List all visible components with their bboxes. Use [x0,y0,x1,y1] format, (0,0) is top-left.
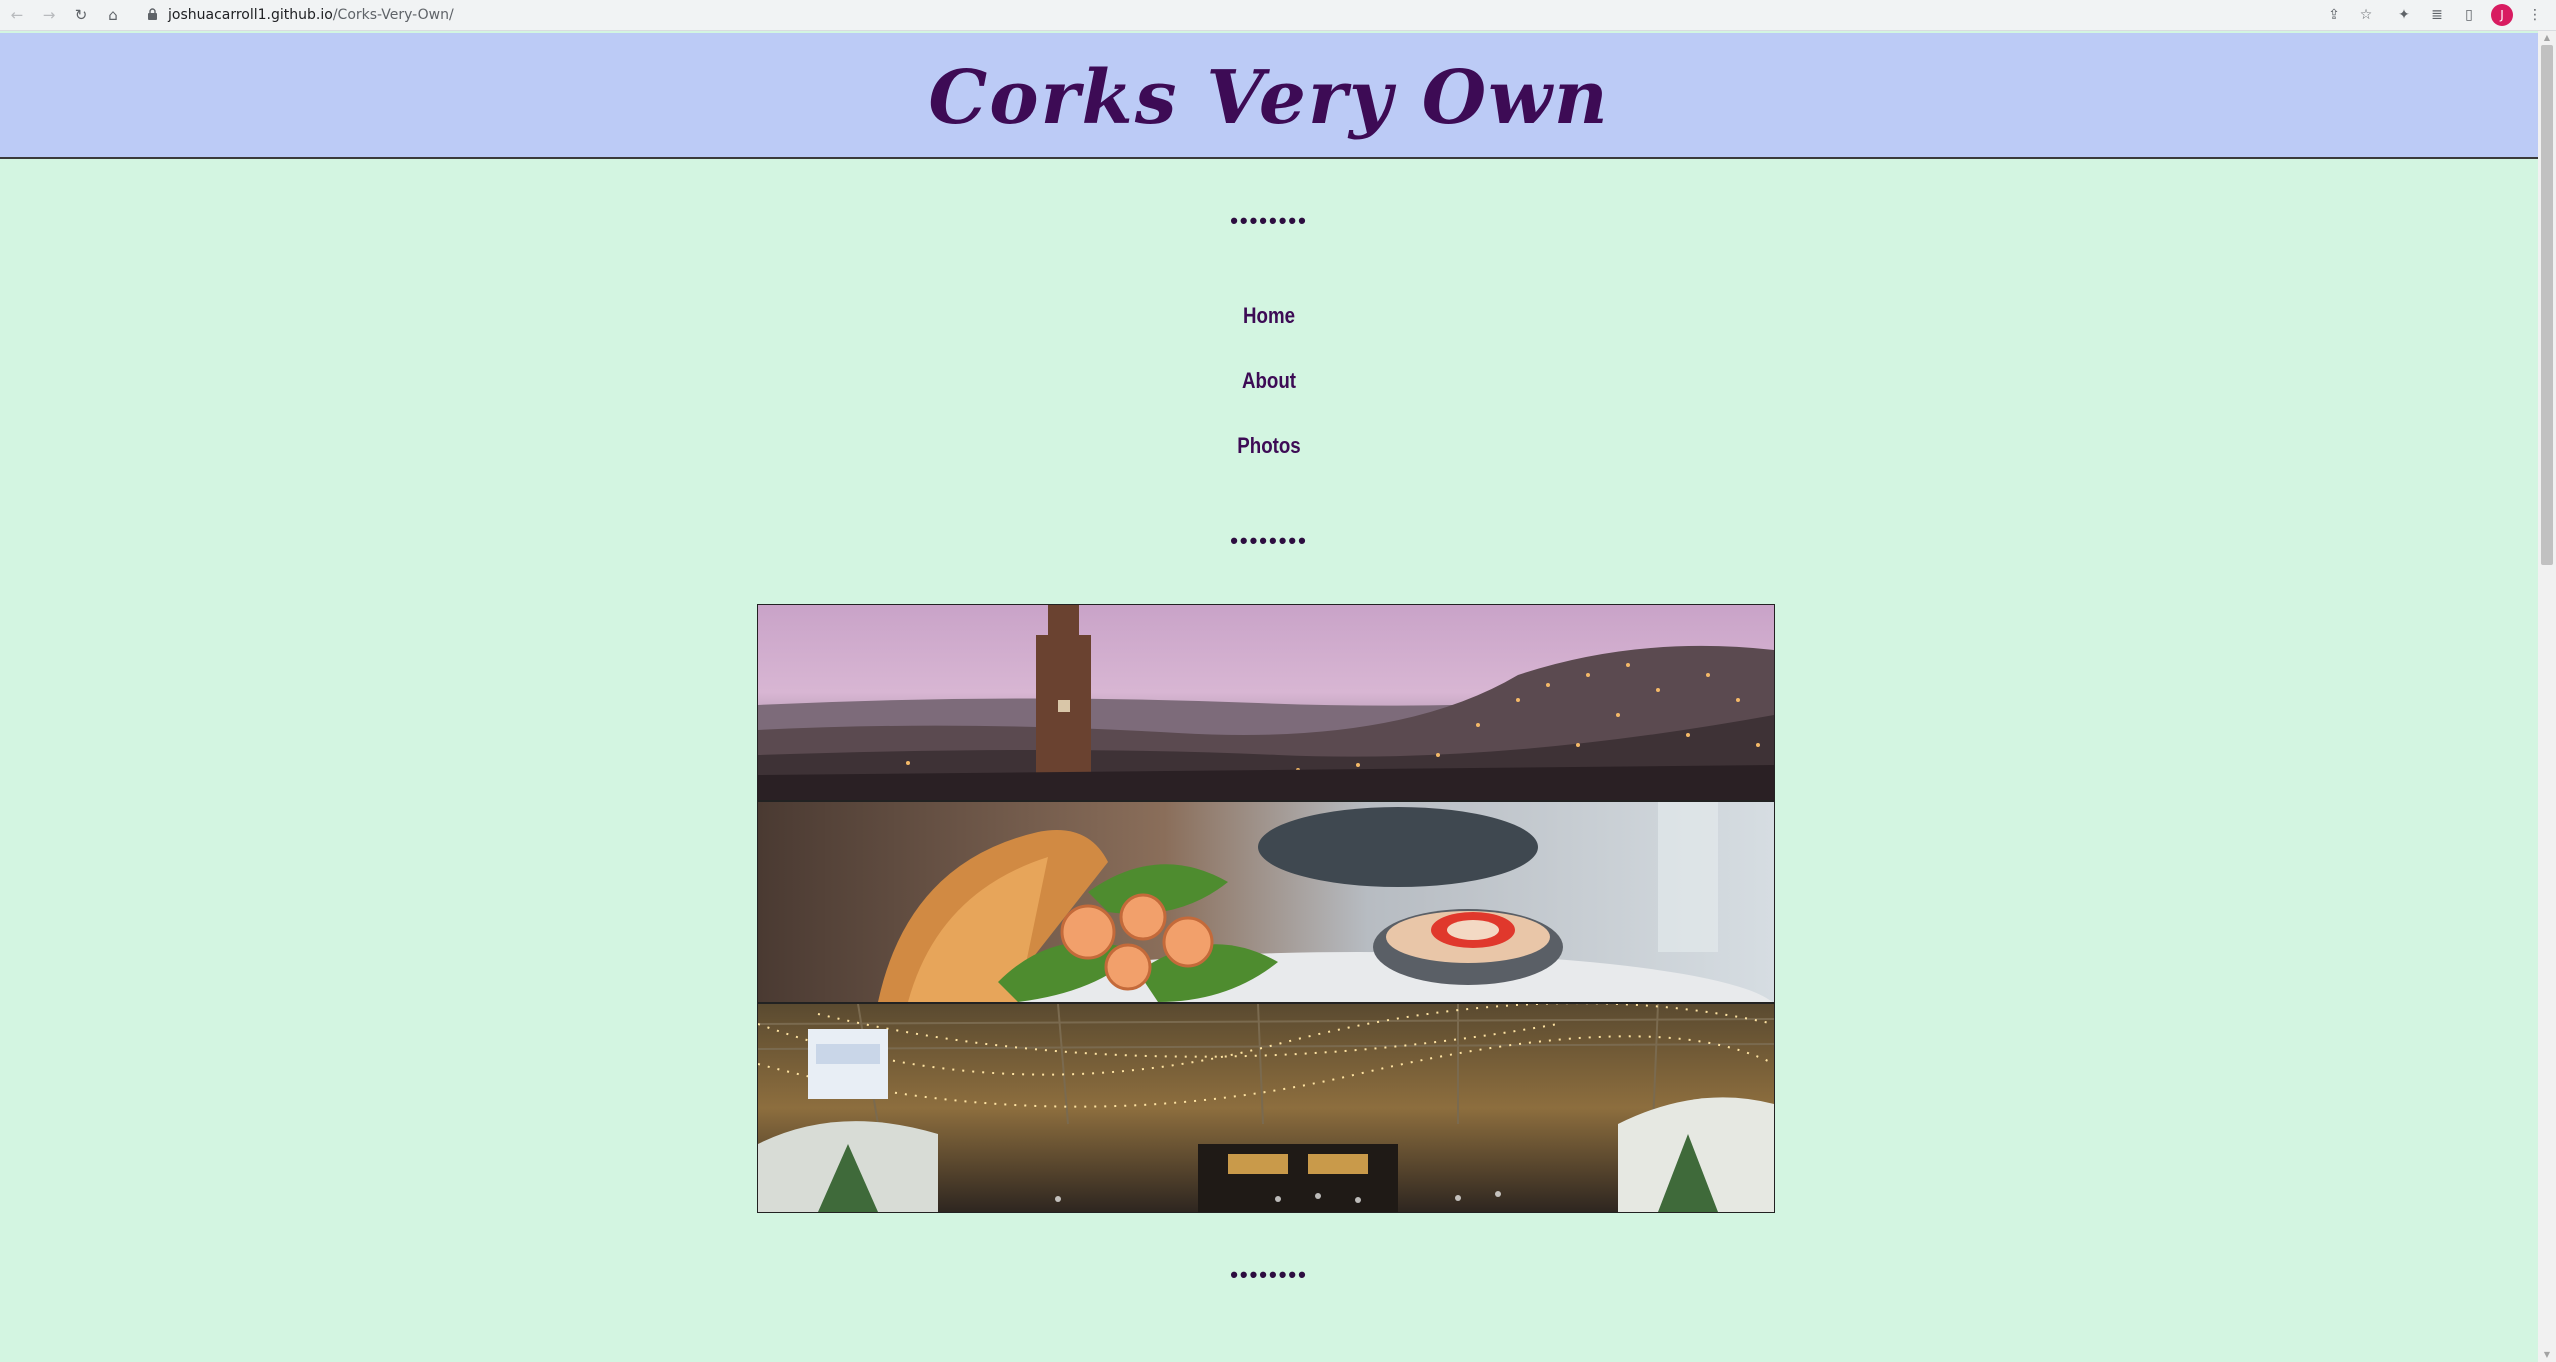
lock-icon[interactable] [148,8,157,20]
photo-gallery [757,604,1775,1213]
star-icon[interactable]: ☆ [2357,6,2375,24]
dots-divider: •••••••• [1230,208,1308,233]
profile-avatar[interactable]: J [2491,4,2513,26]
scroll-up-icon[interactable]: ▲ [2538,31,2556,45]
page-scrollbar[interactable]: ▲ ▼ [2538,31,2556,1362]
share-icon[interactable]: ⇪ [2325,6,2343,24]
reload-icon[interactable]: ↻ [72,6,90,24]
main-nav: Home About Photos [0,298,2538,493]
reading-list-icon[interactable]: ≣ [2428,6,2446,24]
dots-divider: •••••••• [1230,528,1308,553]
cork-city-skyline-image [757,604,1775,801]
prawn-sandwich-image [757,801,1775,1003]
back-icon[interactable]: ← [8,6,26,24]
side-panel-icon[interactable]: ▯ [2460,6,2478,24]
url-host: joshuacarroll1.github.io [168,7,333,23]
browser-toolbar: ← → ↻ ⌂ joshuacarroll1.github.io/Corks-V… [0,0,2556,31]
forward-icon[interactable]: → [40,6,58,24]
address-bar[interactable]: joshuacarroll1.github.io/Corks-Very-Own/ [168,6,454,24]
nav-link-photos[interactable]: Photos [190,428,2347,493]
indoor-market-image [757,1003,1775,1213]
scroll-down-icon[interactable]: ▼ [2538,1348,2556,1362]
url-path: /Corks-Very-Own/ [332,7,454,23]
dots-divider: •••••••• [1230,1262,1308,1287]
home-icon[interactable]: ⌂ [104,6,122,24]
scroll-thumb[interactable] [2541,45,2553,565]
nav-link-home[interactable]: Home [190,298,2347,363]
site-header: Corks Very Own [0,33,2538,159]
site-title: Corks Very Own [928,55,1610,141]
nav-link-about[interactable]: About [190,363,2347,428]
menu-icon[interactable]: ⋮ [2526,6,2544,24]
extensions-icon[interactable]: ✦ [2395,6,2413,24]
